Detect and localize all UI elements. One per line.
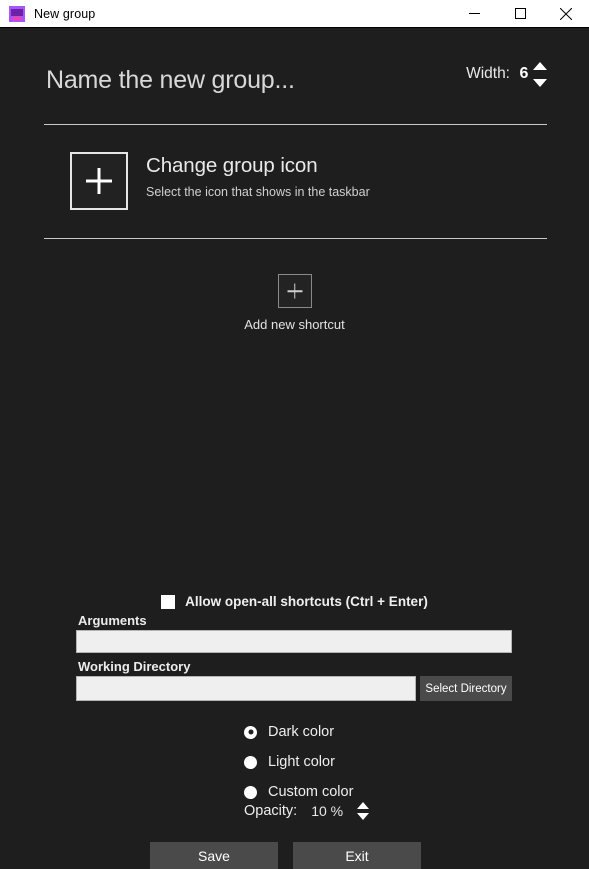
radio-row-light[interactable]: Light color bbox=[244, 747, 353, 777]
change-group-icon-title: Change group icon bbox=[146, 154, 318, 177]
divider-top bbox=[44, 124, 547, 125]
close-icon[interactable] bbox=[543, 0, 589, 27]
spinner-down-icon[interactable] bbox=[357, 813, 370, 820]
group-name-input[interactable] bbox=[44, 66, 467, 100]
window-title: New group bbox=[34, 6, 96, 21]
allow-open-all-row[interactable]: Allow open-all shortcuts (Ctrl + Enter) bbox=[0, 594, 589, 609]
change-group-icon-section[interactable]: Change group icon Select the icon that s… bbox=[70, 152, 370, 210]
maximize-icon[interactable] bbox=[497, 0, 543, 27]
radio-custom-color[interactable] bbox=[244, 785, 257, 799]
radio-dark-color[interactable] bbox=[244, 725, 257, 739]
radio-dark-color-label: Dark color bbox=[268, 724, 335, 740]
plus-icon[interactable] bbox=[70, 152, 128, 210]
change-group-icon-text: Change group icon Select the icon that s… bbox=[146, 152, 370, 199]
width-spinner bbox=[533, 54, 547, 94]
add-new-shortcut-label: Add new shortcut bbox=[244, 317, 345, 332]
allow-open-all-checkbox[interactable] bbox=[161, 594, 176, 609]
opacity-value: 10 % bbox=[311, 803, 344, 819]
working-directory-input[interactable] bbox=[76, 676, 416, 701]
arguments-input[interactable] bbox=[76, 630, 512, 653]
spinner-up-icon[interactable] bbox=[533, 61, 547, 70]
add-new-shortcut-button[interactable]: Add new shortcut bbox=[0, 274, 589, 332]
dialog-body: Width: 6 Change group icon Select the ic… bbox=[0, 28, 589, 869]
width-label: Width: bbox=[466, 65, 510, 82]
opacity-spinner bbox=[357, 802, 370, 820]
width-stepper: Width: 6 bbox=[466, 54, 547, 100]
plus-icon[interactable] bbox=[277, 274, 312, 308]
group-name-row: Width: 6 bbox=[44, 54, 547, 100]
working-directory-label: Working Directory bbox=[78, 659, 191, 674]
arguments-label: Arguments bbox=[78, 613, 147, 628]
save-button[interactable]: Save bbox=[150, 842, 278, 869]
allow-open-all-label: Allow open-all shortcuts (Ctrl + Enter) bbox=[185, 594, 428, 609]
divider-bottom bbox=[44, 238, 547, 239]
change-group-icon-subtitle: Select the icon that shows in the taskba… bbox=[146, 184, 370, 199]
window-controls bbox=[451, 0, 589, 27]
color-mode-group: Dark color Light color Custom color bbox=[244, 717, 353, 807]
width-value: 6 bbox=[519, 65, 529, 82]
app-icon bbox=[9, 5, 25, 22]
minimize-icon[interactable] bbox=[451, 0, 497, 27]
radio-row-dark[interactable]: Dark color bbox=[244, 717, 353, 747]
spinner-up-icon[interactable] bbox=[357, 802, 370, 809]
spinner-down-icon[interactable] bbox=[533, 78, 547, 87]
select-directory-button[interactable]: Select Directory bbox=[420, 676, 512, 701]
radio-light-color-label: Light color bbox=[268, 754, 335, 770]
exit-button[interactable]: Exit bbox=[293, 842, 421, 869]
opacity-row: Opacity: 10 % bbox=[244, 802, 370, 820]
radio-light-color[interactable] bbox=[244, 755, 257, 769]
opacity-label: Opacity: bbox=[244, 803, 298, 819]
title-bar: New group bbox=[0, 0, 589, 28]
radio-custom-color-label: Custom color bbox=[268, 784, 354, 800]
